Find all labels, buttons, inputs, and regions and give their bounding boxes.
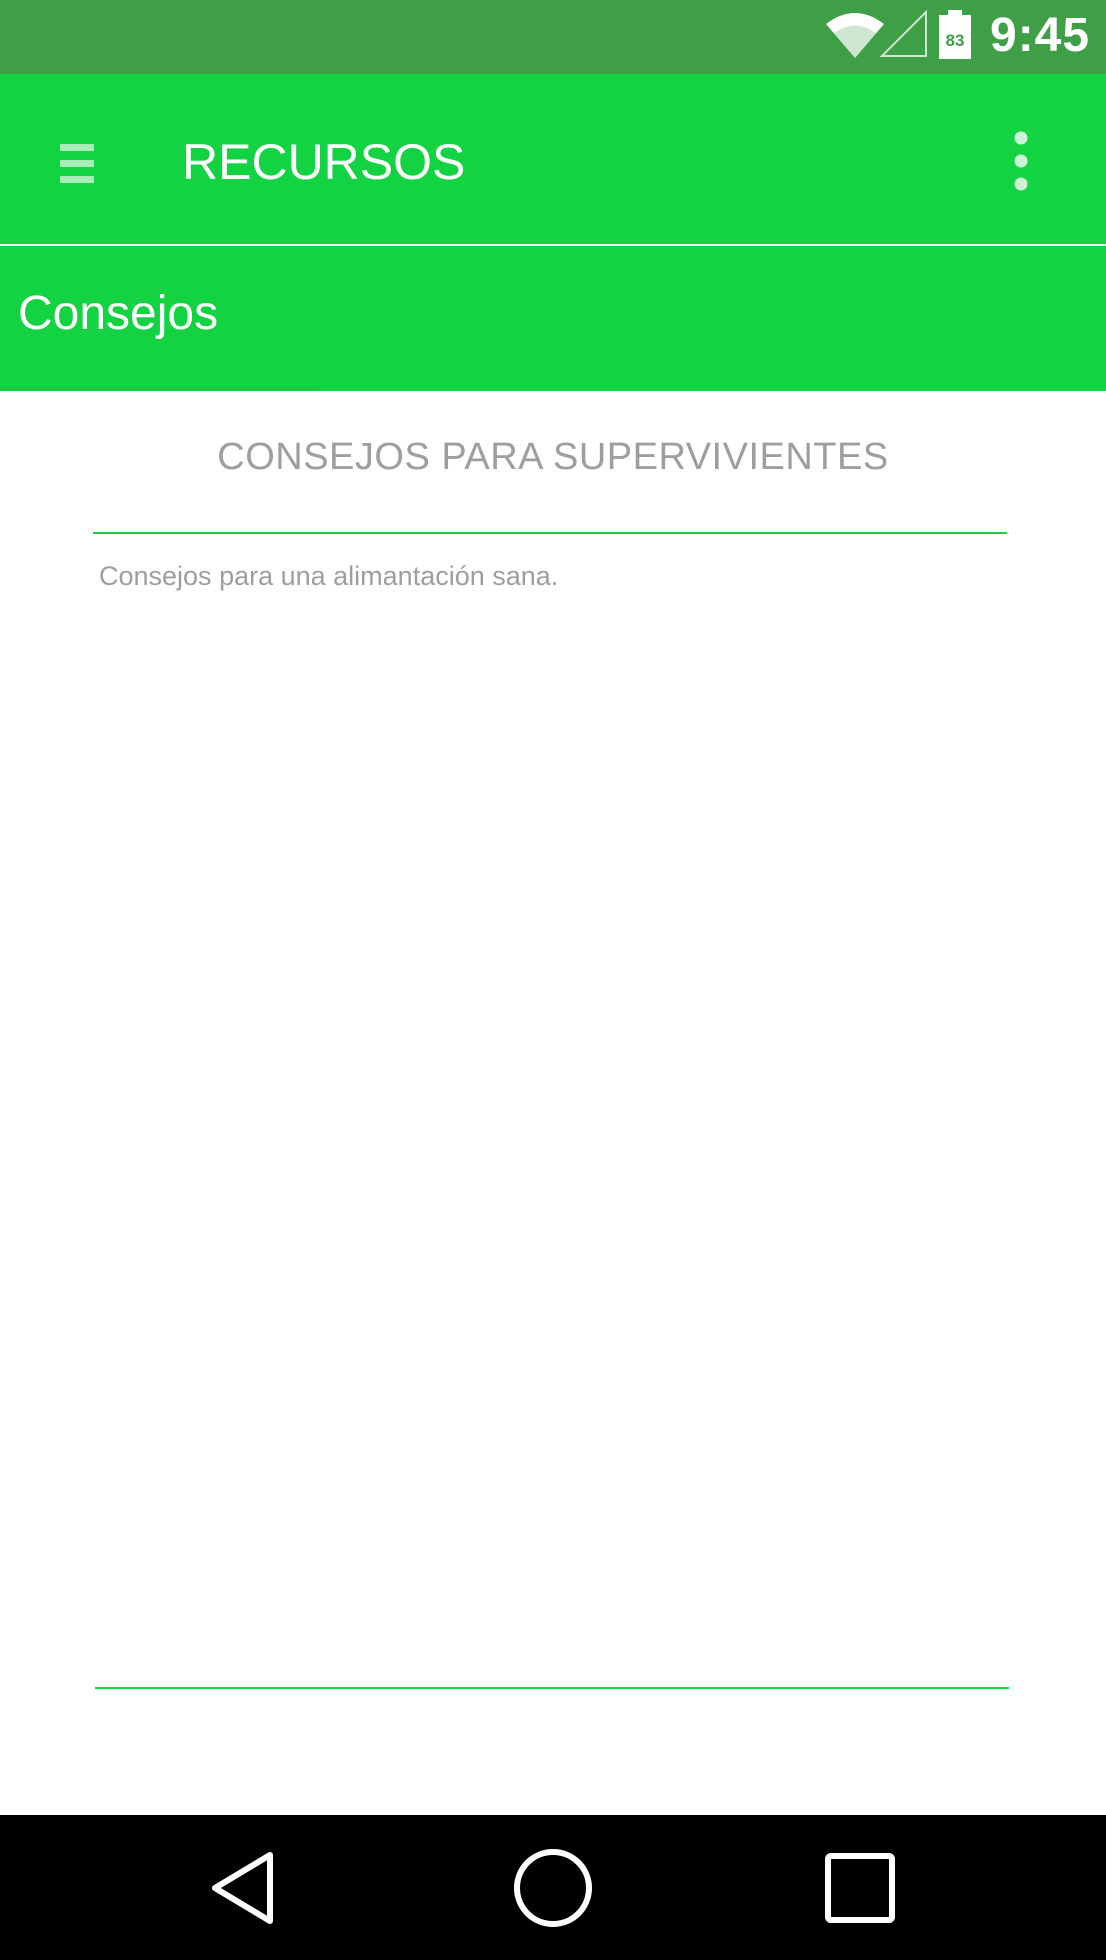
app-title: RECURSOS [182, 134, 466, 190]
recents-icon [825, 1853, 895, 1923]
cell-signal-icon [880, 10, 927, 57]
tab-consejos[interactable]: Consejos [0, 246, 320, 391]
recents-button[interactable] [815, 1843, 905, 1933]
content-area[interactable]: CONSEJOS PARA SUPERVIVIENTES Consejos pa… [0, 391, 1106, 1815]
divider-top [93, 532, 1007, 534]
hamburger-menu-icon [60, 144, 94, 183]
menu-button[interactable] [40, 124, 114, 198]
system-nav-bar [0, 1815, 1106, 1960]
tab-strip: Consejos [0, 246, 1106, 391]
back-button[interactable] [198, 1843, 288, 1933]
overflow-menu-button[interactable] [994, 124, 1048, 198]
status-time: 9:45 [990, 9, 1091, 62]
back-icon [212, 1852, 273, 1924]
battery-level: 83 [946, 31, 965, 50]
home-icon [514, 1849, 592, 1927]
divider-bottom [95, 1687, 1009, 1689]
wifi-icon [826, 13, 884, 58]
more-vert-icon [1014, 131, 1028, 191]
home-button[interactable] [508, 1843, 598, 1933]
app-bar: RECURSOS [0, 74, 1106, 244]
screen: 83 9:45 RECURSOS Consejos CONSEJOS PARA … [0, 0, 1106, 1960]
tab-label: Consejos [18, 287, 219, 340]
status-bar: 83 9:45 [0, 0, 1106, 74]
body-text: Consejos para una alimantación sana. [99, 561, 559, 591]
battery-icon: 83 [939, 10, 971, 59]
section-title: CONSEJOS PARA SUPERVIVIENTES [217, 436, 889, 478]
